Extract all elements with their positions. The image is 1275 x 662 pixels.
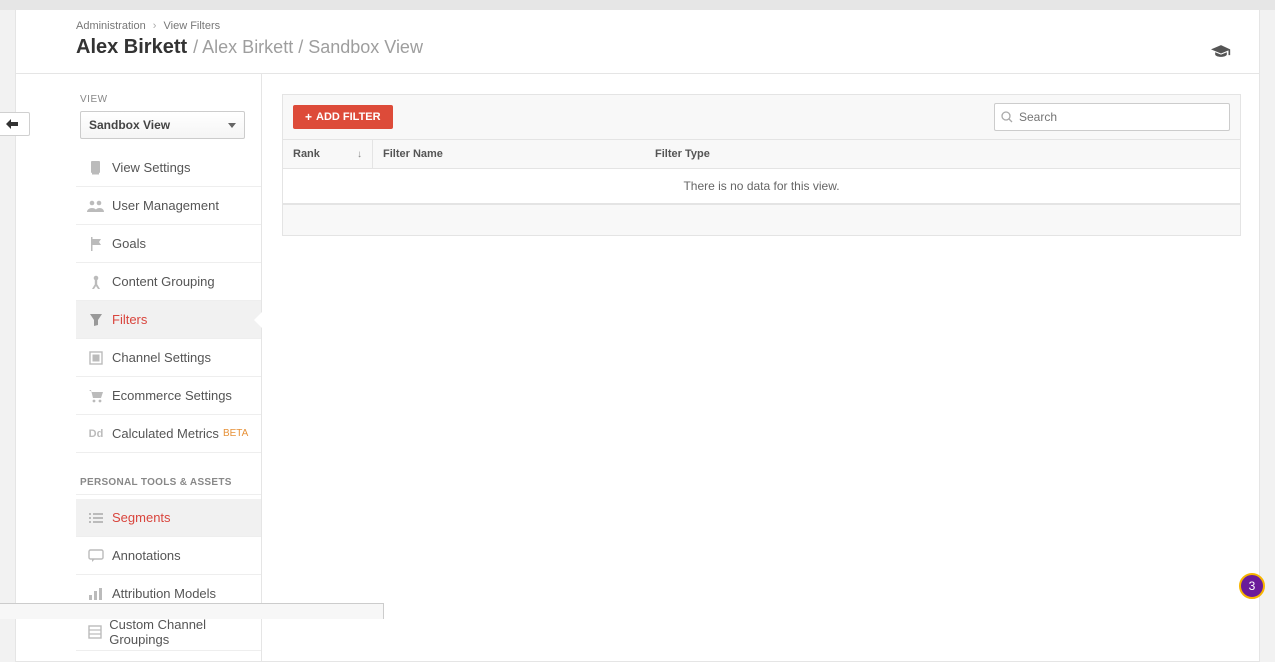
sidebar-item-channel-settings[interactable]: Channel Settings — [76, 339, 261, 377]
sidebar-item-annotations[interactable]: Annotations — [76, 537, 261, 575]
cart-icon — [84, 389, 108, 403]
toolbar: + ADD FILTER — [282, 94, 1241, 139]
flag-icon — [84, 237, 108, 251]
sidebar-item-label: Goals — [112, 236, 146, 251]
sidebar: VIEW Sandbox View View Settings User Mana… — [16, 74, 262, 661]
search-icon — [1001, 111, 1013, 123]
main-content: + ADD FILTER Rank ↓ Filter Name — [262, 74, 1259, 661]
plus-icon: + — [305, 111, 312, 123]
statusbar-ghost — [0, 603, 384, 619]
sidebar-item-label: User Management — [112, 198, 219, 213]
view-menu: View Settings User Management Goals Content… — [76, 149, 261, 453]
bars-icon — [84, 587, 108, 601]
sidebar-item-ecommerce-settings[interactable]: Ecommerce Settings — [76, 377, 261, 415]
breadcrumb-current: View Filters — [164, 20, 221, 32]
sidebar-item-label: Content Grouping — [112, 274, 215, 289]
search-box[interactable] — [994, 103, 1230, 131]
breadcrumb-admin[interactable]: Administration — [76, 20, 146, 32]
chevron-down-icon — [228, 123, 236, 128]
breadcrumb-separator: › — [153, 20, 157, 32]
sidebar-item-calculated-metrics[interactable]: Dd Calculated Metrics BETA — [76, 415, 261, 453]
back-button[interactable] — [0, 112, 30, 136]
view-section-heading: VIEW — [16, 94, 261, 111]
sidebar-item-user-management[interactable]: User Management — [76, 187, 261, 225]
col-rank[interactable]: Rank ↓ — [283, 140, 373, 168]
view-select[interactable]: Sandbox View — [80, 111, 245, 139]
group-icon — [84, 275, 108, 289]
funnel-icon — [84, 313, 108, 327]
personal-tools-heading: PERSONAL TOOLS & ASSETS — [80, 477, 261, 488]
add-filter-label: ADD FILTER — [316, 111, 381, 123]
notification-badge[interactable]: 3 — [1239, 573, 1265, 599]
personal-tools-menu: Segments Annotations Attribution Models Cus… — [76, 499, 261, 651]
sidebar-item-content-grouping[interactable]: Content Grouping — [76, 263, 261, 301]
annot-icon — [84, 549, 108, 563]
table-empty-row: There is no data for this view. — [283, 169, 1240, 204]
page-title: Alex Birkett — [76, 36, 187, 59]
title-path: / Alex Birkett / Sandbox View — [193, 37, 423, 58]
dd-icon: Dd — [84, 428, 108, 440]
sidebar-item-label: Attribution Models — [112, 586, 216, 601]
sort-down-icon: ↓ — [357, 149, 362, 160]
view-select-value: Sandbox View — [89, 118, 170, 132]
add-filter-button[interactable]: + ADD FILTER — [293, 105, 393, 129]
table-footer — [282, 204, 1241, 236]
sidebar-item-label: Channel Settings — [112, 350, 211, 365]
settings-icon — [84, 160, 108, 176]
table-header: Rank ↓ Filter Name Filter Type — [283, 140, 1240, 169]
graduation-cap-icon[interactable] — [1211, 44, 1231, 58]
sidebar-item-goals[interactable]: Goals — [76, 225, 261, 263]
custom-icon — [84, 625, 105, 639]
users-icon — [84, 200, 108, 212]
filters-table: Rank ↓ Filter Name Filter Type There is … — [282, 139, 1241, 204]
beta-badge: BETA — [223, 428, 248, 439]
search-input[interactable] — [1019, 110, 1223, 124]
sidebar-item-segments[interactable]: Segments — [76, 499, 261, 537]
sidebar-item-label: Custom Channel Groupings — [109, 617, 251, 647]
breadcrumb: Administration › View Filters — [76, 20, 1239, 32]
sidebar-item-label: Annotations — [112, 548, 181, 563]
sidebar-item-label: Filters — [112, 312, 147, 327]
sidebar-item-label: Calculated Metrics — [112, 426, 219, 441]
sidebar-item-label: View Settings — [112, 160, 191, 175]
segments-icon — [84, 511, 108, 525]
sidebar-item-label: Ecommerce Settings — [112, 388, 232, 403]
sidebar-item-view-settings[interactable]: View Settings — [76, 149, 261, 187]
col-rank-label: Rank — [293, 148, 320, 160]
sidebar-item-filters[interactable]: Filters — [76, 301, 261, 339]
channel-icon — [84, 351, 108, 365]
sidebar-item-label: Segments — [112, 510, 171, 525]
page-header: Administration › View Filters Alex Birke… — [16, 10, 1259, 74]
col-filter-name[interactable]: Filter Name — [373, 140, 645, 168]
col-filter-type[interactable]: Filter Type — [645, 140, 1240, 168]
